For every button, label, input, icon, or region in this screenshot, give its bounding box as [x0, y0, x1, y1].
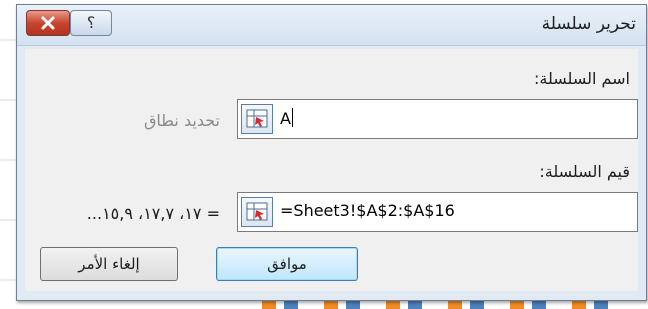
- dialog-body: اسم السلسلة: A تحديد نطاق قيم السلسلة: =…: [25, 49, 638, 291]
- title-bar: ؟ تحرير سلسلة: [17, 5, 646, 46]
- range-select-icon: [246, 109, 268, 128]
- series-values-value: =Sheet3!$A$2:$A$16: [280, 201, 455, 220]
- close-button[interactable]: [26, 10, 70, 36]
- background-chart-bars: [262, 300, 648, 309]
- series-values-preview: = ١٧، ١٧,٧، ١٥,٩...: [86, 204, 220, 223]
- series-name-preview: تحديد نطاق: [144, 111, 220, 130]
- help-button[interactable]: ؟: [70, 10, 112, 36]
- series-name-range-button[interactable]: [241, 104, 273, 134]
- help-icon: ؟: [86, 13, 96, 32]
- series-values-label: قيم السلسلة:: [539, 162, 630, 181]
- cancel-button[interactable]: إلغاء الأمر: [40, 247, 178, 281]
- text-caret: [291, 108, 293, 127]
- ok-button[interactable]: موافق: [216, 247, 358, 281]
- dialog-title: تحرير سلسلة: [541, 14, 636, 34]
- series-name-value: A: [280, 109, 291, 128]
- series-name-label: اسم السلسلة:: [533, 69, 630, 88]
- series-values-input[interactable]: =Sheet3!$A$2:$A$16: [237, 192, 638, 232]
- series-name-input[interactable]: A: [237, 99, 638, 139]
- close-icon: [41, 16, 55, 30]
- edit-series-dialog: ؟ تحرير سلسلة اسم السلسلة: A تحديد نطاق …: [16, 4, 647, 301]
- series-values-range-button[interactable]: [241, 197, 273, 227]
- range-select-icon: [246, 202, 268, 221]
